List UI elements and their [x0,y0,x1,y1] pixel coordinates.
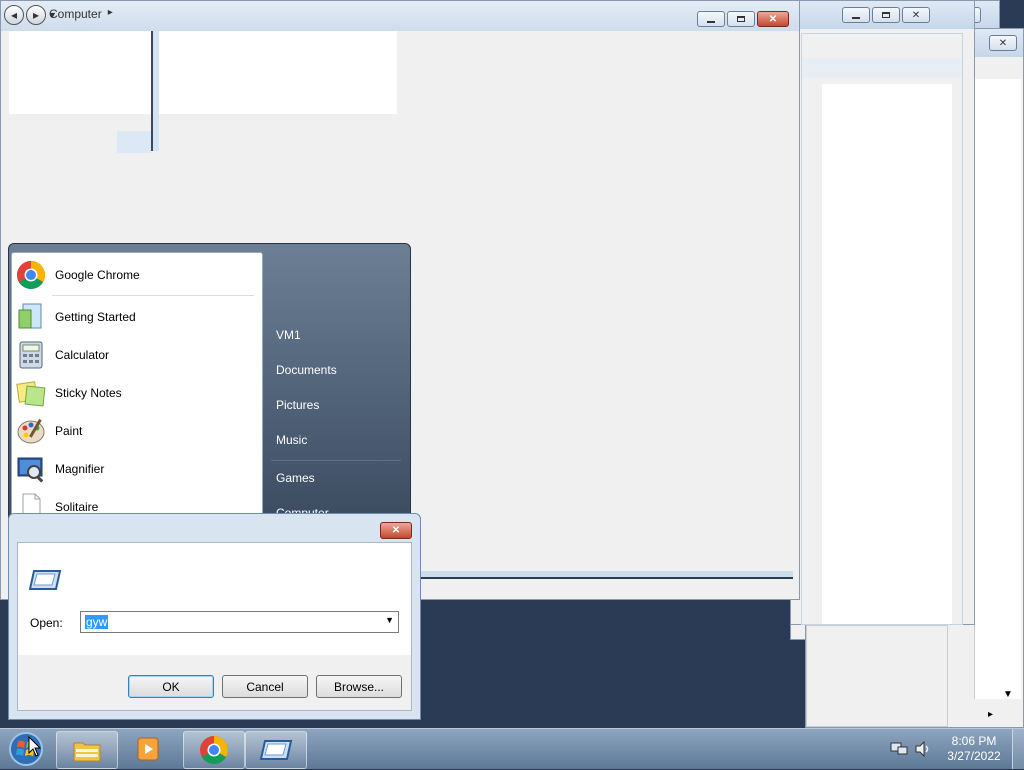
open-input[interactable]: gyw [85,615,109,629]
open-label: Open: [30,616,63,630]
close-button[interactable]: ✕ [757,11,789,27]
scroll-right-arrow-icon[interactable]: ▸ [988,709,993,720]
start-right-separator [271,460,401,461]
taskbar-chrome-button[interactable] [183,731,245,769]
clock-date: 3/27/2022 [947,749,1001,763]
taskbar-run-button[interactable] [245,731,307,769]
dropdown-arrow-icon[interactable]: ▼ [385,615,394,625]
maximize-button[interactable] [872,7,900,23]
forward-button[interactable]: ▸ [26,5,46,25]
run-dialog: ✕ Open: gyw ▼ OK Cancel Browse... [8,513,421,720]
start-item-getting-started[interactable]: Getting Started [15,299,255,335]
browse-button[interactable]: Browse... [316,675,402,698]
start-item-calculator[interactable]: Calculator [15,337,255,373]
clock[interactable]: 8:06 PM 3/27/2022 [946,734,1002,764]
breadcrumb-computer[interactable]: Computer [49,7,102,21]
background-window-2-pane [806,625,948,727]
run-icon [28,569,62,594]
minimize-icon [852,17,860,19]
show-desktop-button[interactable] [1012,729,1024,769]
close-button[interactable]: ✕ [902,7,930,23]
media-player-icon [137,737,159,761]
background-window-1-toolbar [802,58,962,78]
minimize-icon [707,21,715,23]
run-dialog-header [18,543,411,655]
mouse-cursor-icon [28,735,42,761]
start-right-games[interactable]: Games [276,471,315,485]
maximize-icon [882,12,890,18]
start-item-paint[interactable]: Paint [15,413,255,449]
start-item-label: Paint [55,424,83,438]
run-dialog-body: Open: gyw ▼ OK Cancel Browse... [17,542,412,711]
start-item-google-chrome[interactable]: Google Chrome [15,257,255,293]
breadcrumb-arrow-icon[interactable]: ▸ [108,7,113,21]
start-menu-separator [52,295,254,296]
network-icon[interactable] [890,741,908,760]
scroll-down-arrow-icon[interactable]: ▼ [1003,689,1013,700]
start-right-user[interactable]: VM1 [276,328,301,342]
close-button[interactable]: ✕ [989,35,1017,51]
start-right-pictures[interactable]: Pictures [276,398,319,412]
start-item-label: Getting Started [55,310,136,324]
start-item-magnifier[interactable]: Magnifier [15,451,255,487]
start-item-label: Google Chrome [55,268,140,282]
run-icon [259,740,293,760]
maximize-icon [737,16,745,22]
minimize-button[interactable] [697,11,725,27]
breadcrumb[interactable]: Computer ▸ [49,7,113,21]
ok-button[interactable]: OK [128,675,214,698]
selection-highlight [117,131,151,153]
scroll-area [974,79,1021,699]
taskbar-media-player-button[interactable] [120,731,176,767]
start-item-label: Solitaire [55,500,99,514]
start-item-label: Calculator [55,348,110,362]
chrome-icon [200,736,228,764]
paint-icon [15,415,47,447]
navigation-pane [9,31,151,114]
cancel-button[interactable]: Cancel [222,675,308,698]
background-window-1-pane [801,33,963,625]
taskbar-explorer-button[interactable] [56,731,118,769]
sticky-notes-icon [15,377,47,409]
start-menu: Google Chrome Getting Started Calculator… [8,243,411,528]
start-right-music[interactable]: Music [276,433,307,447]
minimize-button[interactable] [842,7,870,23]
taskbar: 8:06 PM 3/27/2022 [0,728,1024,769]
getting-started-icon [15,301,47,333]
folder-icon [73,742,101,762]
start-item-sticky-notes[interactable]: Sticky Notes [15,375,255,411]
background-window-1-content [822,84,952,624]
explorer-titlebar [1,1,799,31]
run-close-button[interactable]: ✕ [380,522,412,539]
volume-icon[interactable] [914,740,932,760]
content-pane [159,31,397,114]
start-menu-programs: Google Chrome Getting Started Calculator… [11,252,263,527]
open-combobox[interactable]: gyw ▼ [80,611,399,633]
background-window-1: ✕ [790,0,975,625]
start-right-documents[interactable]: Documents [276,363,337,377]
chrome-icon [15,259,47,291]
start-item-label: Sticky Notes [55,386,122,400]
maximize-button[interactable] [727,11,755,27]
back-button[interactable]: ◂ [4,5,24,25]
start-item-label: Magnifier [55,462,105,476]
clock-time: 8:06 PM [951,734,997,748]
calculator-icon [15,339,47,371]
explorer-statusbar [413,571,793,579]
magnifier-icon [15,453,47,485]
